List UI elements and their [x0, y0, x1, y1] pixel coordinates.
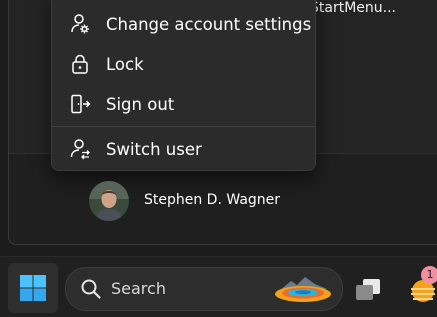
- user-name[interactable]: Stephen D. Wagner: [144, 192, 280, 208]
- task-view-button[interactable]: [352, 271, 388, 307]
- background-app-label[interactable]: StartMenu...: [310, 0, 396, 16]
- lock-label: Lock: [106, 54, 144, 74]
- lock-icon: [72, 54, 88, 74]
- search-box[interactable]: Search: [65, 267, 343, 311]
- search-placeholder: Search: [111, 279, 166, 298]
- change-account-settings-label: Change account settings: [106, 14, 312, 34]
- start-button[interactable]: [8, 263, 58, 313]
- person-gear-icon: [71, 14, 89, 34]
- notification-badge: 1: [421, 266, 437, 284]
- search-highlight-icon[interactable]: [271, 271, 335, 307]
- windows-logo-icon: [20, 275, 46, 301]
- change-account-settings-item[interactable]: Change account settings: [56, 6, 311, 42]
- search-icon: [81, 279, 101, 299]
- sign-out-label: Sign out: [106, 94, 175, 114]
- account-flyout-menu: Change account settings Lock Sign out Sw…: [51, 0, 316, 171]
- switch-user-label: Switch user: [106, 139, 202, 159]
- lock-item[interactable]: Lock: [56, 46, 311, 82]
- switch-user-item[interactable]: Switch user: [56, 131, 311, 167]
- taskbar: Search 1: [0, 256, 437, 317]
- menu-separator: [52, 126, 315, 127]
- avatar[interactable]: [89, 181, 129, 221]
- switch-user-icon: [70, 139, 90, 160]
- task-view-icon: [356, 279, 380, 300]
- sign-out-icon: [71, 94, 91, 114]
- sign-out-item[interactable]: Sign out: [56, 86, 311, 122]
